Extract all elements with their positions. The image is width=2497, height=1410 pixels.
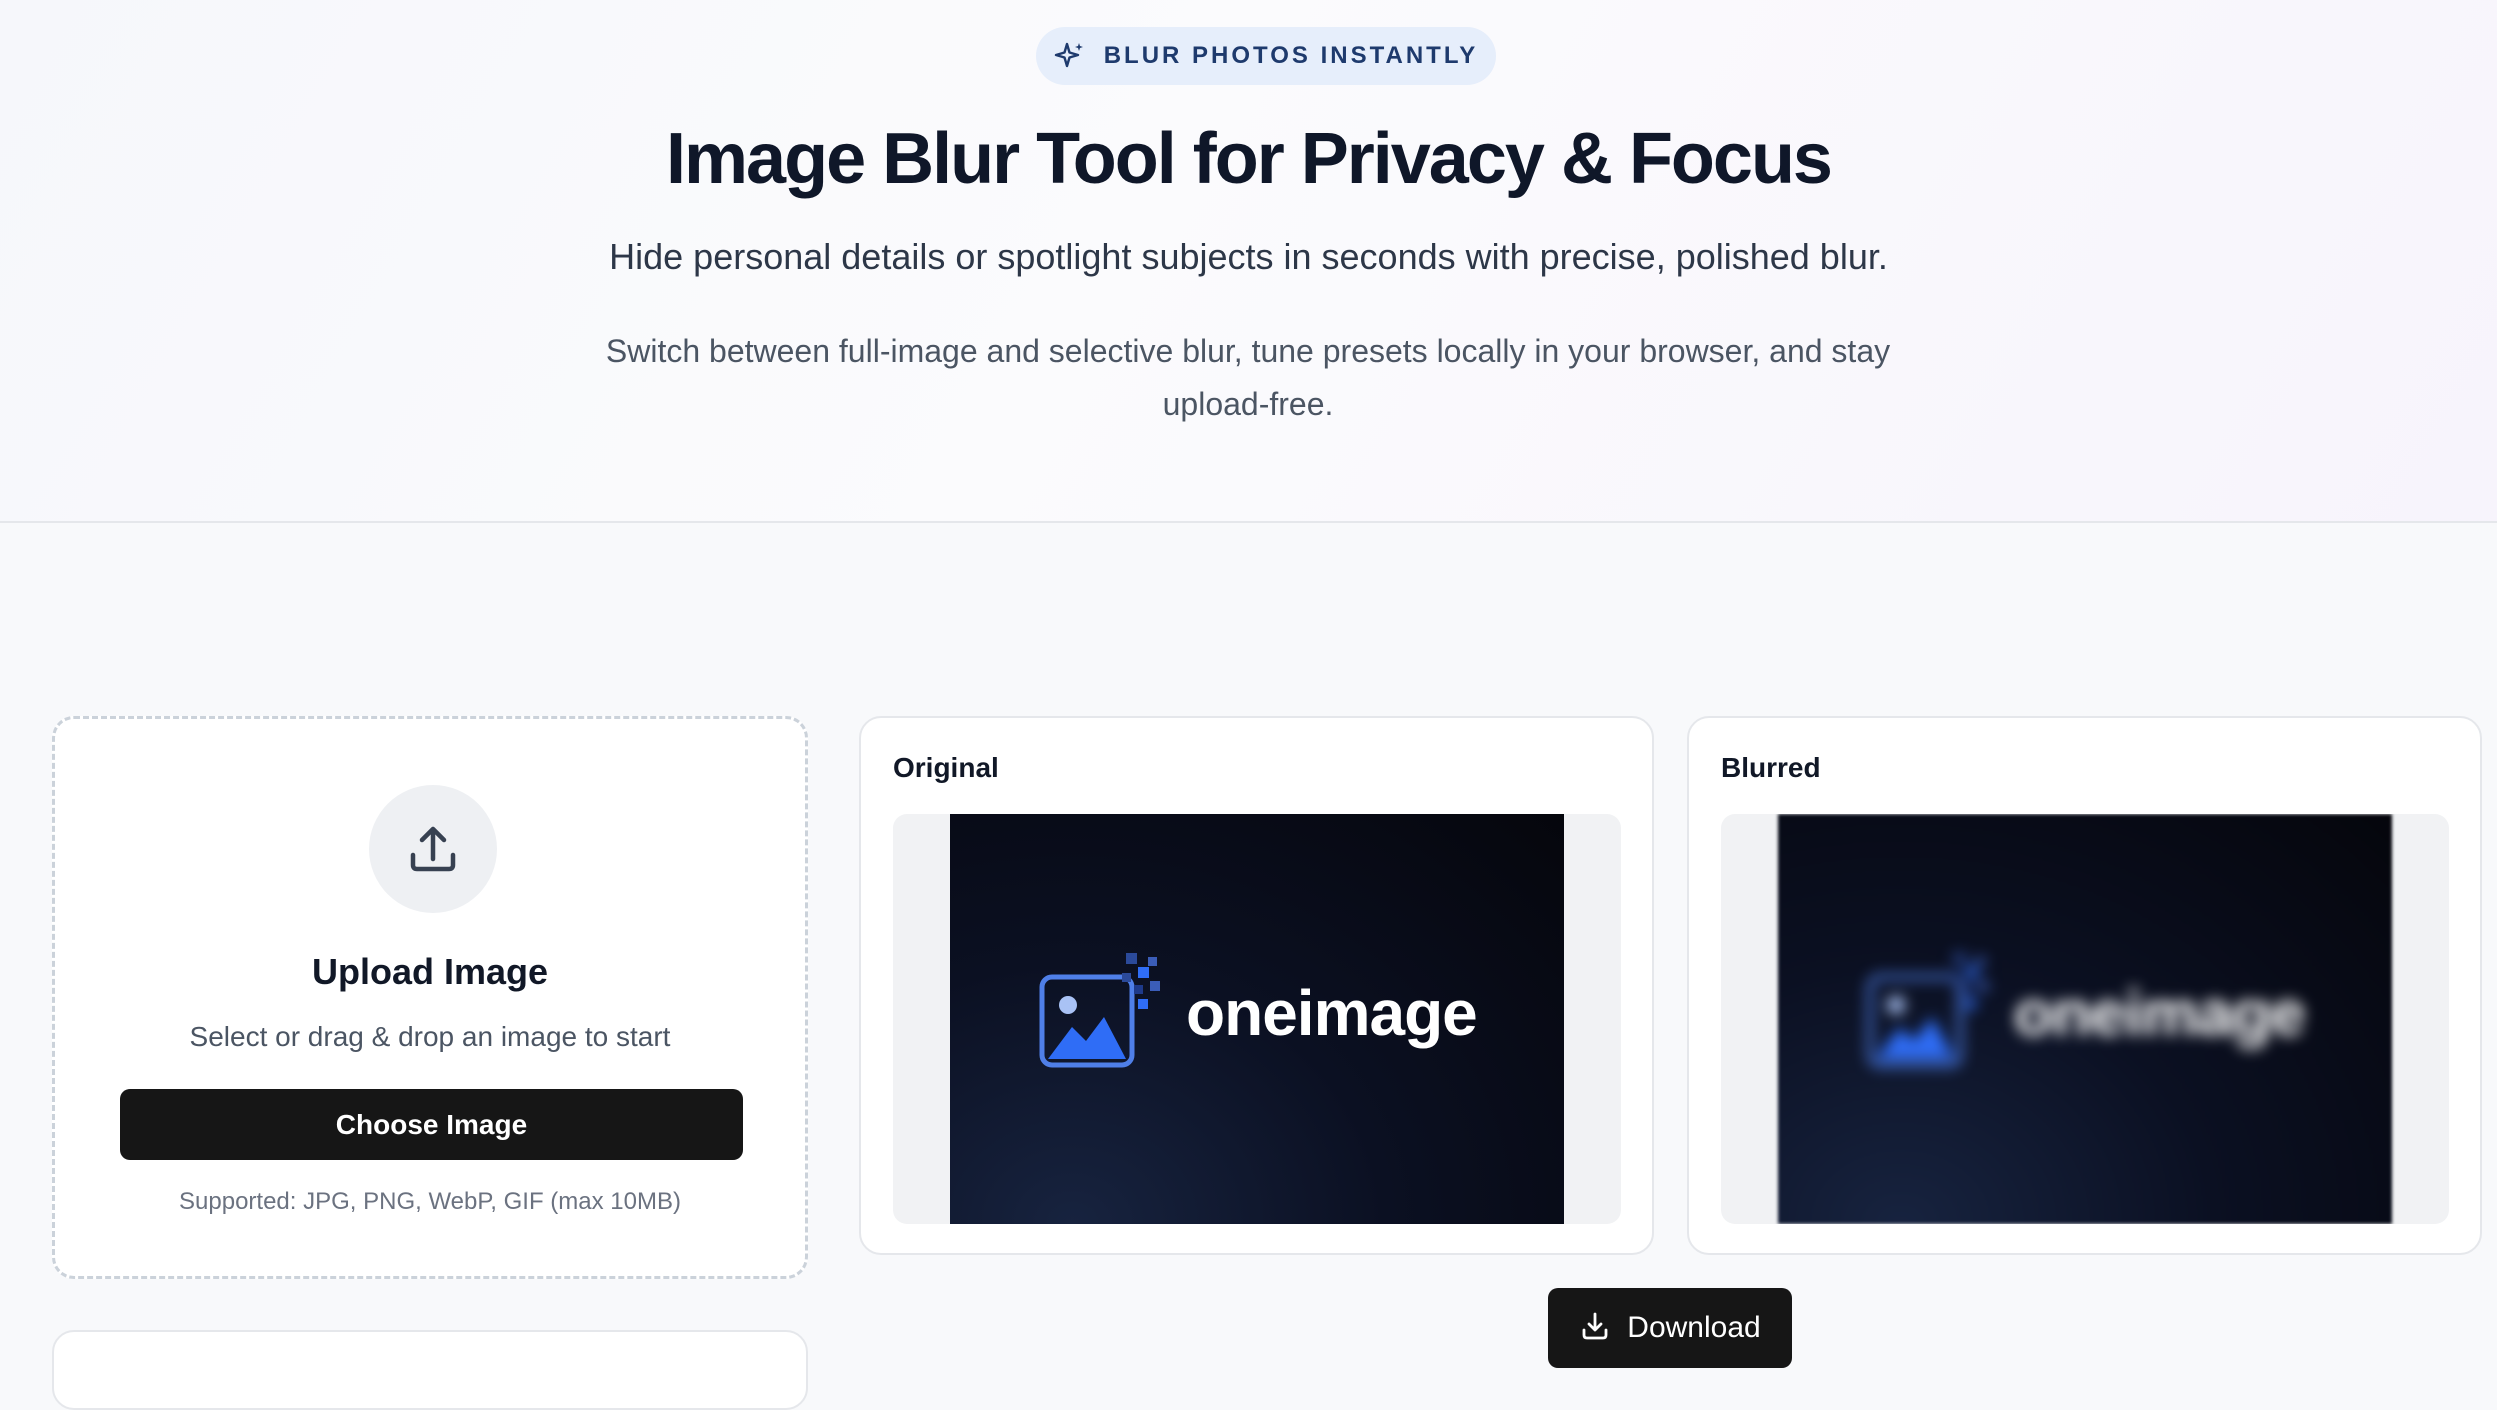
- blurred-image: oneimage: [1778, 814, 2392, 1224]
- original-image: oneimage: [950, 814, 1564, 1224]
- hero-badge: BLUR PHOTOS INSTANTLY: [1036, 27, 1496, 85]
- page-subtitle: Hide personal details or spotlight subje…: [609, 236, 1888, 277]
- oneimage-logo-blurred: oneimage: [1866, 948, 2326, 1078]
- page-title: Image Blur Tool for Privacy & Focus: [666, 119, 1833, 199]
- original-label: Original: [893, 752, 999, 783]
- image-logo-icon: [1867, 953, 1988, 1068]
- logo-text: oneimage: [2014, 977, 2306, 1049]
- sparkle-icon: [1054, 40, 1086, 72]
- choose-image-button[interactable]: Choose Image: [120, 1089, 743, 1160]
- badge-label: BLUR PHOTOS INSTANTLY: [1103, 42, 1479, 69]
- original-preview-area: oneimage: [893, 814, 1621, 1224]
- upload-subtitle: Select or drag & drop an image to start: [189, 1021, 671, 1052]
- blurred-label: Blurred: [1721, 752, 1821, 783]
- blurred-preview-area: oneimage: [1721, 814, 2449, 1224]
- upload-icon: [369, 785, 497, 913]
- download-icon: [1579, 1310, 1611, 1347]
- blurred-preview-card: Blurred oneimage: [1687, 716, 2482, 1255]
- upload-title: Upload Image: [311, 951, 549, 992]
- logo-text: oneimage: [1186, 977, 1478, 1049]
- image-logo-icon: [1039, 953, 1160, 1068]
- hero-section: BLUR PHOTOS INSTANTLY Image Blur Tool fo…: [0, 0, 2497, 523]
- page-description: Switch between full-image and selective …: [605, 333, 1891, 422]
- download-label: Download: [1627, 1311, 1761, 1344]
- settings-card: [52, 1330, 808, 1410]
- oneimage-logo: oneimage: [1038, 948, 1498, 1078]
- upload-dropzone[interactable]: Upload Image Select or drag & drop an im…: [52, 716, 808, 1279]
- download-button[interactable]: Download: [1548, 1288, 1792, 1368]
- original-preview-card: Original oneimage: [859, 716, 1654, 1255]
- supported-formats: Supported: JPG, PNG, WebP, GIF (max 10MB…: [179, 1188, 681, 1215]
